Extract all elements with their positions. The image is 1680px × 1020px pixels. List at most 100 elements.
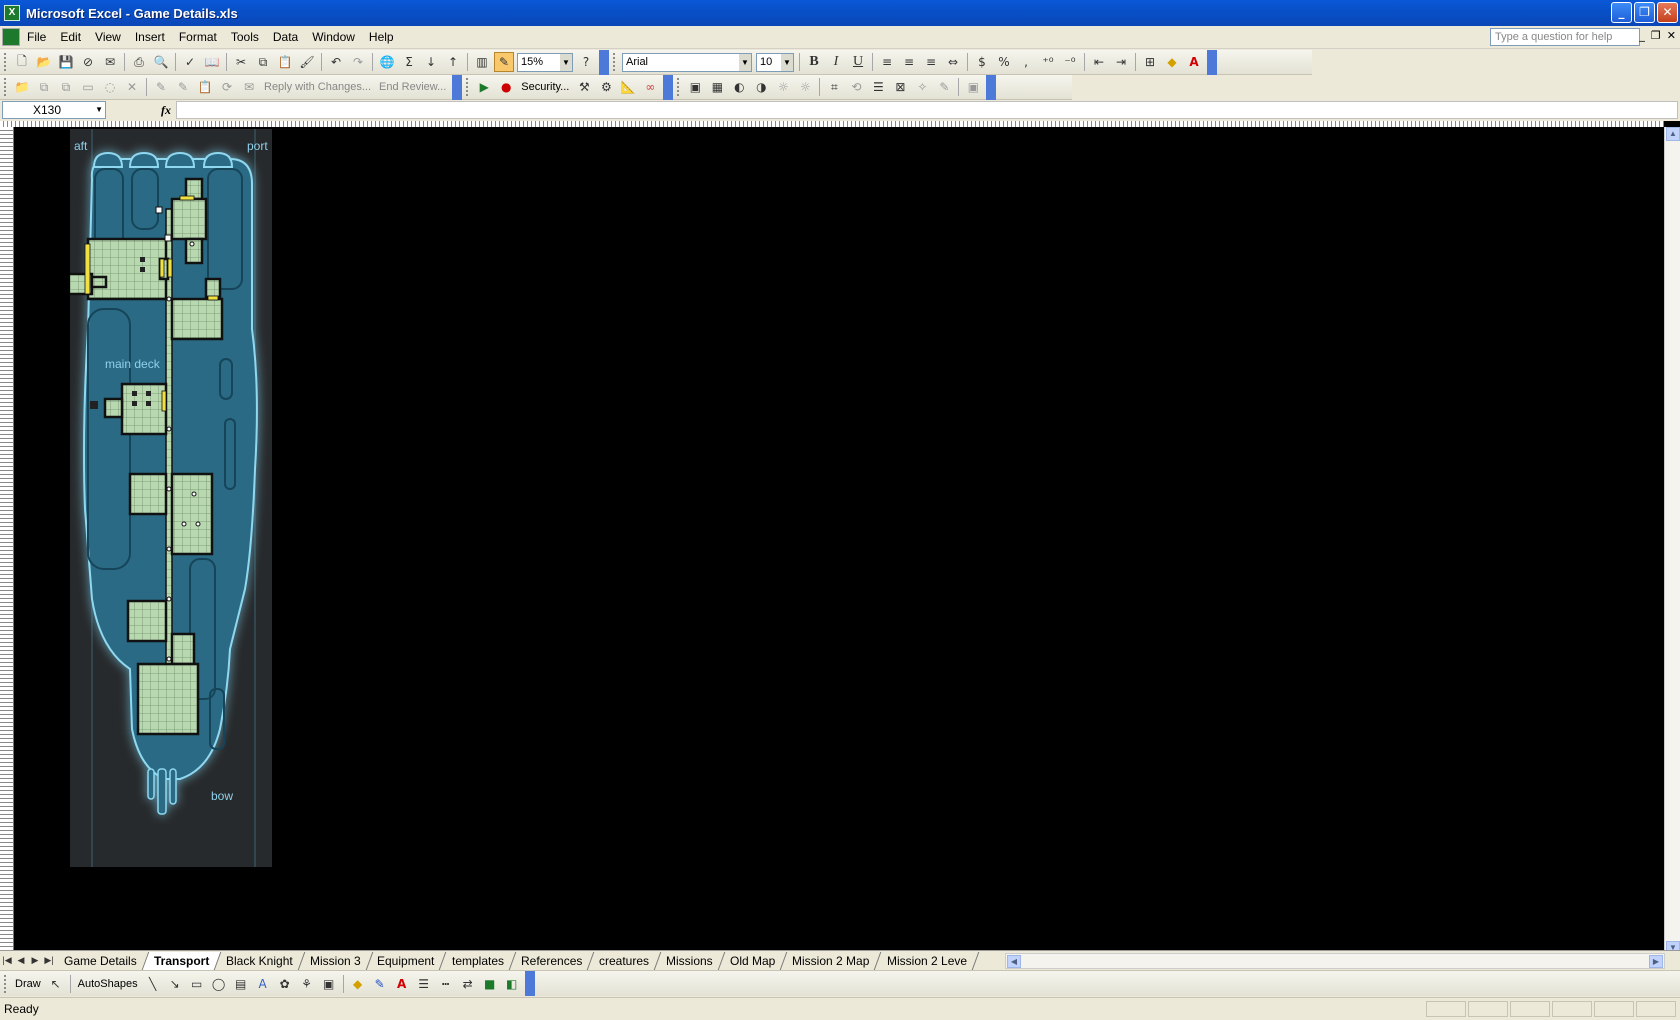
- more-contrast-icon[interactable]: ◐: [729, 77, 749, 97]
- more-brightness-icon[interactable]: ☼: [773, 77, 793, 97]
- underline-button[interactable]: U: [848, 52, 868, 72]
- oval-icon[interactable]: ◯: [209, 974, 229, 994]
- dash-style-icon[interactable]: ┅: [436, 974, 456, 994]
- comment-icon[interactable]: ▭: [78, 77, 98, 97]
- prev-sheet-icon[interactable]: ◀: [14, 955, 28, 966]
- picture-icon[interactable]: ▣: [319, 974, 339, 994]
- toolbar-options[interactable]: [663, 74, 674, 100]
- email-icon[interactable]: ✉: [100, 52, 120, 72]
- arrow-icon[interactable]: ↘: [165, 974, 185, 994]
- toolbar-options[interactable]: [986, 74, 997, 100]
- restore-button[interactable]: ❐: [1634, 2, 1655, 23]
- chevron-down-icon[interactable]: ▼: [781, 53, 793, 71]
- merge-center-icon[interactable]: ⇔: [943, 52, 963, 72]
- cut-icon[interactable]: ✂: [231, 52, 251, 72]
- align-right-icon[interactable]: ≡: [921, 52, 941, 72]
- italic-button[interactable]: I: [826, 52, 846, 72]
- line-style-icon[interactable]: ☰: [414, 974, 434, 994]
- zoom-select[interactable]: 15% ▼: [517, 52, 573, 72]
- next-sheet-icon[interactable]: ▶: [28, 955, 42, 966]
- format-painter-icon[interactable]: 🖌: [297, 52, 317, 72]
- comma-button[interactable]: ,: [1016, 52, 1036, 72]
- sort-descending-icon[interactable]: ↑: [443, 52, 463, 72]
- font-select[interactable]: Arial ▼: [622, 52, 752, 72]
- tab-missions[interactable]: Missions: [654, 951, 726, 970]
- design-mode-icon[interactable]: 📐: [618, 77, 638, 97]
- clip-art-icon[interactable]: ⚘: [297, 974, 317, 994]
- autosum-icon[interactable]: Σ: [399, 52, 419, 72]
- column-headers[interactable]: [0, 121, 1664, 127]
- tab-mission-2-level[interactable]: Mission 2 Leve: [875, 951, 979, 970]
- line-color-icon[interactable]: ✎: [370, 974, 390, 994]
- security-button[interactable]: Security...: [517, 81, 573, 93]
- document-icon[interactable]: [2, 28, 20, 46]
- script-editor-icon[interactable]: ∞: [640, 77, 660, 97]
- menu-view[interactable]: View: [88, 27, 128, 47]
- horizontal-scrollbar[interactable]: ◀ ▶: [1005, 953, 1665, 969]
- line-style-icon[interactable]: ☰: [868, 77, 888, 97]
- close-button[interactable]: ✕: [1657, 2, 1678, 23]
- diagram-icon[interactable]: ✿: [275, 974, 295, 994]
- autoshapes-menu-button[interactable]: AutoShapes: [74, 978, 142, 990]
- menu-edit[interactable]: Edit: [53, 27, 88, 47]
- toolbar-options[interactable]: [452, 74, 463, 100]
- scroll-up-icon[interactable]: ▲: [1666, 127, 1680, 141]
- worksheet-area[interactable]: aft port main deck bow ▲ ▼: [0, 121, 1680, 955]
- visual-basic-icon[interactable]: ⚒: [574, 77, 594, 97]
- shadow-icon[interactable]: ■: [480, 974, 500, 994]
- new-icon[interactable]: 🗋: [12, 52, 32, 72]
- reply-with-changes-button[interactable]: Reply with Changes...: [260, 81, 375, 93]
- compress-icon[interactable]: ⊠: [890, 77, 910, 97]
- font-size-select[interactable]: 10 ▼: [756, 52, 794, 72]
- send-icon[interactable]: ✉: [239, 77, 259, 97]
- ink-icon[interactable]: ✎: [151, 77, 171, 97]
- spelling-icon[interactable]: ✓: [180, 52, 200, 72]
- doc-close-button[interactable]: ✕: [1667, 29, 1676, 42]
- doc-minimize-button[interactable]: _: [1639, 29, 1645, 42]
- formula-input[interactable]: [176, 101, 1678, 119]
- fill-color-icon[interactable]: ◆: [1162, 52, 1182, 72]
- ink-erase-icon[interactable]: ✎: [173, 77, 193, 97]
- menu-window[interactable]: Window: [305, 27, 362, 47]
- toolbar-grip[interactable]: [613, 53, 617, 71]
- currency-icon[interactable]: $: [972, 52, 992, 72]
- toolbar-options[interactable]: [1207, 49, 1217, 75]
- vertical-scrollbar[interactable]: ▲ ▼: [1664, 127, 1680, 955]
- permission-icon[interactable]: ⊘: [78, 52, 98, 72]
- tab-game-details[interactable]: Game Details: [52, 951, 149, 970]
- toolbar-options[interactable]: [599, 49, 609, 75]
- undo-icon[interactable]: ↶: [326, 52, 346, 72]
- fill-color-icon[interactable]: ◆: [348, 974, 368, 994]
- menu-data[interactable]: Data: [266, 27, 305, 47]
- scroll-right-icon[interactable]: ▶: [1649, 955, 1663, 968]
- tab-creatures[interactable]: creatures: [587, 951, 662, 970]
- menu-insert[interactable]: Insert: [128, 27, 172, 47]
- folder-icon[interactable]: 📁: [12, 77, 32, 97]
- redo-icon[interactable]: ↷: [348, 52, 368, 72]
- less-contrast-icon[interactable]: ◑: [751, 77, 771, 97]
- menu-help[interactable]: Help: [362, 27, 401, 47]
- bold-button[interactable]: B: [804, 52, 824, 72]
- select-objects-icon[interactable]: ↖: [46, 974, 66, 994]
- chart-wizard-icon[interactable]: ▥: [472, 52, 492, 72]
- font-color-icon[interactable]: A: [392, 974, 412, 994]
- scroll-left-icon[interactable]: ◀: [1007, 955, 1021, 968]
- image-control-icon[interactable]: ▦: [707, 77, 727, 97]
- decrease-indent-icon[interactable]: ⇤: [1089, 52, 1109, 72]
- save-icon[interactable]: 💾: [56, 52, 76, 72]
- toolbar-options[interactable]: [524, 971, 535, 996]
- copy-icon[interactable]: ⧉: [253, 52, 273, 72]
- borders-icon[interactable]: ⊞: [1140, 52, 1160, 72]
- track-icon[interactable]: 📋: [195, 77, 215, 97]
- tab-references[interactable]: References: [509, 951, 595, 970]
- merge-icon[interactable]: ⧉: [56, 77, 76, 97]
- show-comments-icon[interactable]: ◌: [100, 77, 120, 97]
- 3d-icon[interactable]: ◧: [502, 974, 522, 994]
- sort-ascending-icon[interactable]: ↓: [421, 52, 441, 72]
- draw-menu-button[interactable]: Draw: [11, 978, 45, 990]
- research-icon[interactable]: 📖: [202, 52, 222, 72]
- toolbar-grip[interactable]: [4, 974, 8, 993]
- record-macro-icon[interactable]: ●: [496, 77, 516, 97]
- align-left-icon[interactable]: ≡: [877, 52, 897, 72]
- toolbar-grip[interactable]: [677, 78, 681, 96]
